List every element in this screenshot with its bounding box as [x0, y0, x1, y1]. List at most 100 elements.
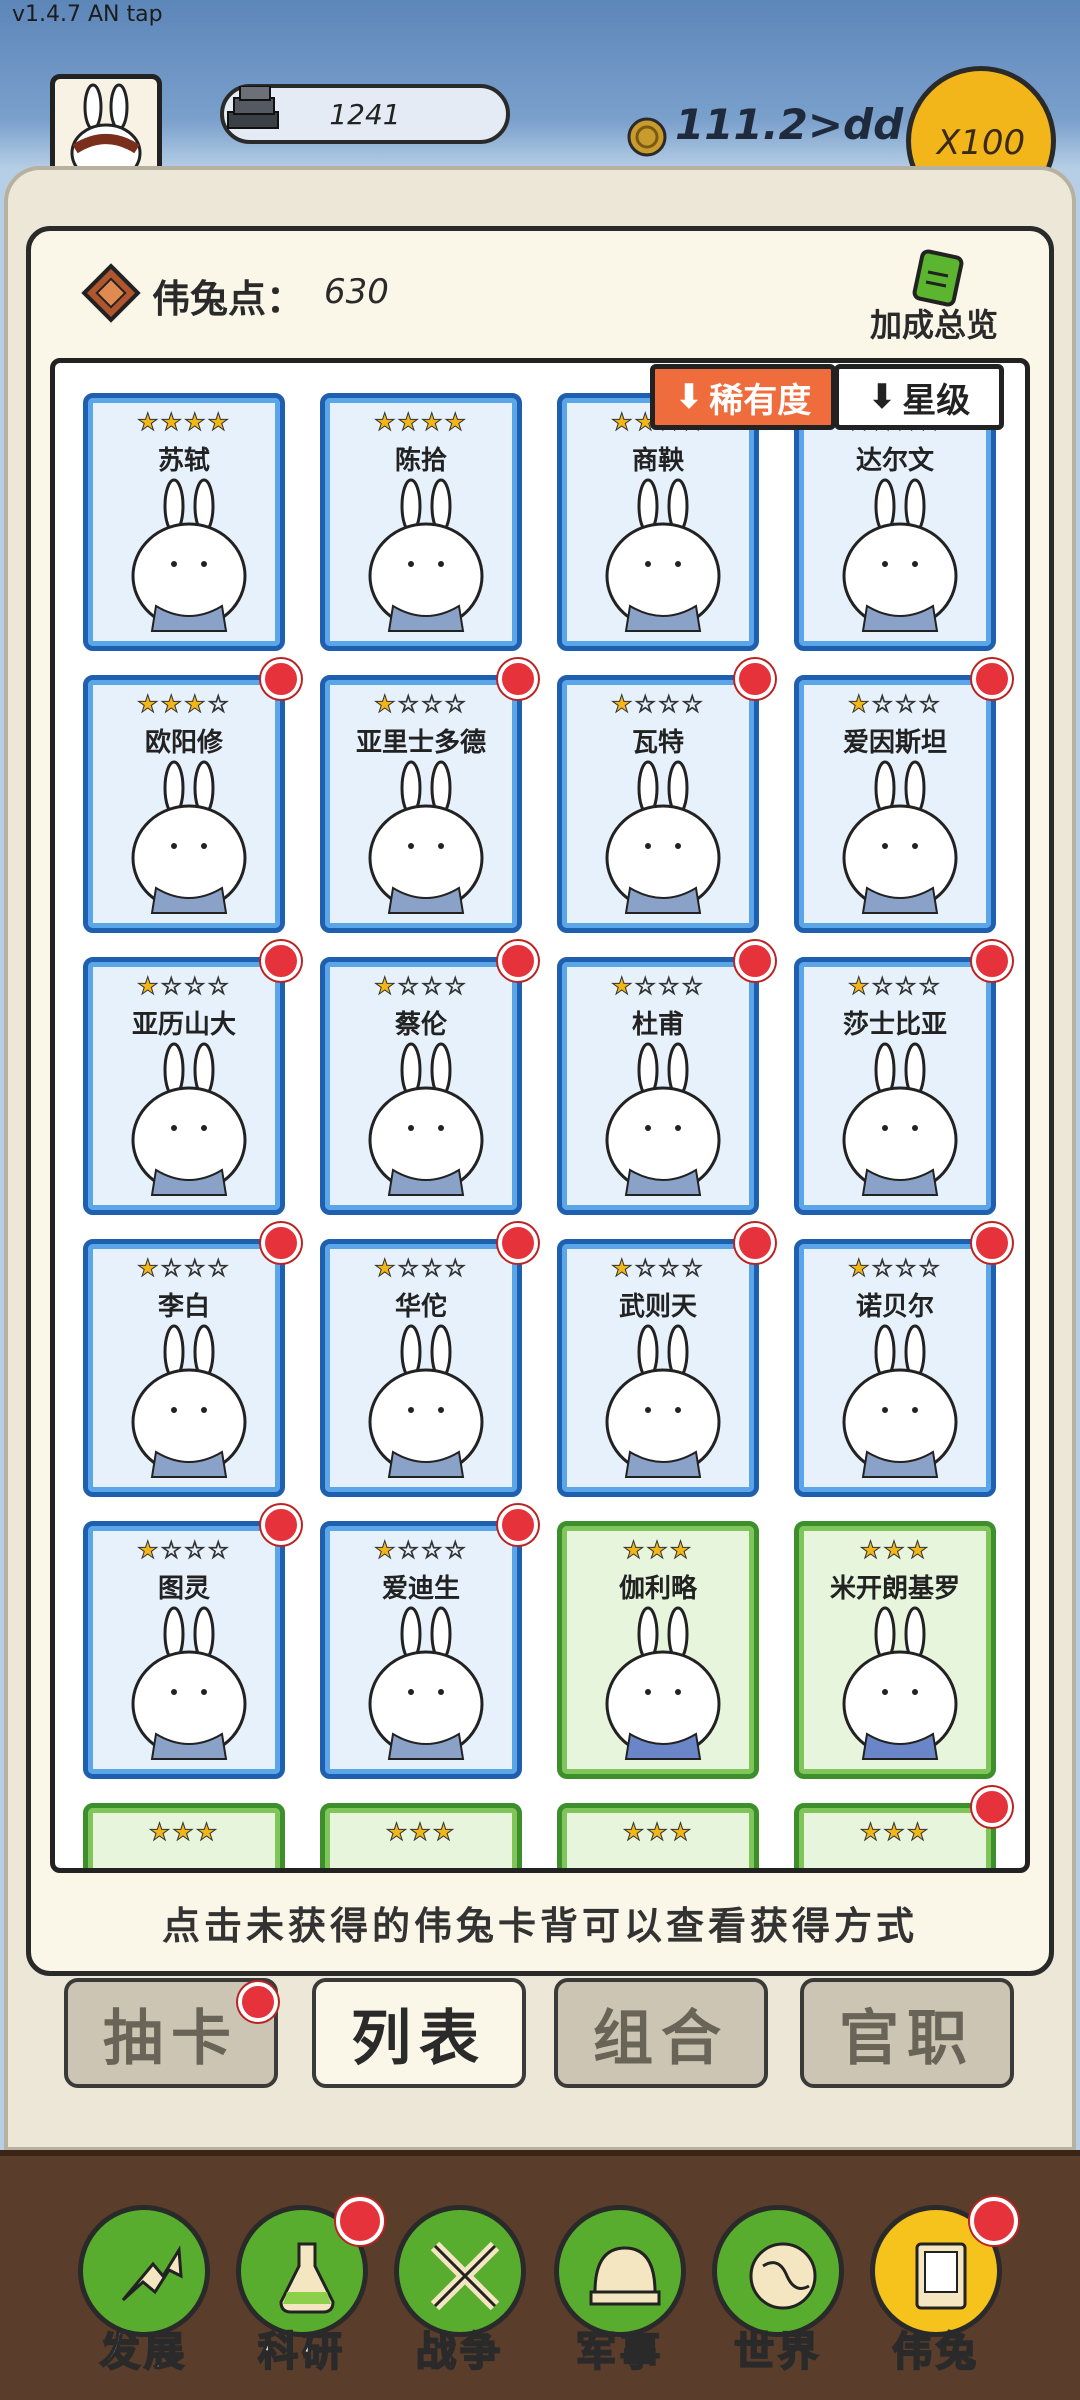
hero-card[interactable]: ★☆☆☆ 瓦特 — [557, 675, 759, 933]
hero-card[interactable]: ★★★☆ 欧阳修 — [83, 675, 285, 933]
new-badge-dot — [261, 1505, 301, 1545]
tab-3[interactable]: 官职 — [800, 1978, 1014, 2088]
bonus-overview-label[interactable]: 加成总览 — [870, 300, 998, 346]
nav-item-5[interactable]: 伟兔 — [866, 2197, 1018, 2395]
card-icon — [915, 2242, 967, 2310]
card-stars: ★☆☆☆ — [373, 690, 469, 719]
sort-rarity-button[interactable]: ⬇ 稀有度 — [650, 364, 836, 430]
new-badge-dot — [972, 659, 1012, 699]
hero-card[interactable]: ★★★ — [83, 1803, 285, 1868]
tab-label: 组合 — [593, 2003, 729, 2074]
hero-card[interactable]: ★☆☆☆ 诺贝尔 — [794, 1239, 996, 1497]
points-value: 630 — [324, 272, 389, 312]
rabbit-portrait-icon — [842, 760, 958, 914]
tab-label: 列表 — [351, 2003, 487, 2074]
card-stars: ★☆☆☆ — [610, 972, 706, 1001]
hero-card[interactable]: ★★★ 米开朗基罗 — [794, 1521, 996, 1779]
hero-card[interactable]: ★☆☆☆ 李白 — [83, 1239, 285, 1497]
card-name: 亚历山大 — [131, 1010, 236, 1040]
points-label: 伟兔点： — [152, 277, 305, 321]
gold-value: 111.2>dd — [675, 100, 904, 149]
hint-text: 点击未获得的伟兔卡背可以查看获得方式 — [161, 1904, 918, 1948]
hero-card[interactable]: ★★★★商鞅 — [557, 393, 759, 651]
hero-card[interactable]: ★☆☆☆ 华佗 — [320, 1239, 522, 1497]
hero-card[interactable]: ★☆☆☆ 杜甫 — [557, 957, 759, 1215]
rabbit-portrait-icon — [842, 1606, 958, 1760]
hero-card[interactable]: ★☆☆☆ 蔡伦 — [320, 957, 522, 1215]
rabbit-portrait-icon — [605, 1606, 721, 1760]
card-stars: ★★★ — [622, 1536, 694, 1565]
tab-label: 官职 — [839, 2003, 975, 2074]
nav-item-0[interactable]: 发展 — [74, 2205, 214, 2395]
nav-item-4[interactable]: 世界 — [708, 2205, 848, 2395]
nav-item-3[interactable]: 军事 — [550, 2205, 690, 2395]
hero-card[interactable]: ★☆☆☆ 爱因斯坦 — [794, 675, 996, 933]
card-stars: ★☆☆☆ — [373, 1536, 469, 1565]
hero-card[interactable]: ★☆☆☆ 图灵 — [83, 1521, 285, 1779]
new-badge-dot — [972, 1787, 1012, 1827]
rabbit-portrait-icon — [368, 478, 484, 632]
version-label: v1.4.7 AN tap — [12, 2, 163, 27]
nav-label: 科研 — [257, 2328, 346, 2376]
rabbit-portrait-icon — [368, 1042, 484, 1196]
new-badge-dot — [972, 941, 1012, 981]
card-name: 莎士比亚 — [842, 1010, 947, 1040]
hero-card[interactable]: ★★★ — [794, 1803, 996, 1868]
card-stars: ★★★★ — [136, 408, 232, 437]
globe-icon — [749, 2242, 817, 2310]
hero-card[interactable]: ★★★ — [557, 1803, 759, 1868]
card-name: 陈拾 — [394, 446, 447, 476]
hero-card[interactable]: ★☆☆☆ 亚里士多德 — [320, 675, 522, 933]
arrow-down-icon: ⬇ — [867, 377, 897, 417]
card-stars: ★☆☆☆ — [847, 1254, 943, 1283]
rabbit-portrait-icon — [131, 760, 247, 914]
card-name: 武则天 — [618, 1292, 697, 1322]
new-badge-dot — [972, 1223, 1012, 1263]
rabbit-portrait-icon — [131, 1606, 247, 1760]
hero-card[interactable]: ★☆☆☆ 武则天 — [557, 1239, 759, 1497]
crossed-swords-icon — [430, 2241, 500, 2311]
card-stars: ★☆☆☆ — [136, 972, 232, 1001]
card-name: 蔡伦 — [394, 1010, 447, 1040]
nav-label: 军事 — [575, 2328, 664, 2376]
rabbit-points-icon — [80, 262, 142, 324]
new-badge-dot — [735, 659, 775, 699]
card-name: 亚里士多德 — [355, 728, 486, 758]
hero-card[interactable]: ★★★ — [320, 1803, 522, 1868]
hero-card[interactable]: ★☆☆☆ 莎士比亚 — [794, 957, 996, 1215]
nav-item-2[interactable]: 战争 — [390, 2205, 530, 2395]
hero-card[interactable]: ★★★ 伽利略 — [557, 1521, 759, 1779]
hero-card[interactable]: ★★★★达尔文 — [794, 393, 996, 651]
new-badge-dot — [261, 659, 301, 699]
hero-card[interactable]: ★★★★ 苏轼 — [83, 393, 285, 651]
card-name: 达尔文 — [855, 446, 934, 476]
sort-star-button[interactable]: ⬇ 星级 — [834, 364, 1004, 430]
gold-coin-icon — [626, 116, 668, 158]
nav-icon-circle — [394, 2205, 526, 2337]
card-stars: ★★★ — [385, 1818, 457, 1847]
rabbit-portrait-icon — [131, 1324, 247, 1478]
tab-1[interactable]: 列表 — [312, 1978, 526, 2088]
rabbit-portrait-icon — [842, 1324, 958, 1478]
nav-icon-circle — [712, 2205, 844, 2337]
hero-card[interactable]: ★☆☆☆ 亚历山大 — [83, 957, 285, 1215]
card-stars: ★★★ — [859, 1818, 931, 1847]
rabbit-portrait-icon — [131, 1042, 247, 1196]
card-name: 爱迪生 — [381, 1574, 460, 1604]
hero-card[interactable]: ★☆☆☆ 爱迪生 — [320, 1521, 522, 1779]
rabbit-portrait-icon — [605, 1324, 721, 1478]
new-badge-dot — [261, 1223, 301, 1263]
nav-item-1[interactable]: 科研 — [232, 2197, 384, 2395]
rabbit-portrait-icon — [842, 478, 958, 632]
tab-2[interactable]: 组合 — [554, 1978, 768, 2088]
card-name: 图灵 — [157, 1574, 210, 1604]
card-stars: ★☆☆☆ — [847, 972, 943, 1001]
card-name: 爱因斯坦 — [842, 728, 947, 758]
sort-rarity-label: 稀有度 — [709, 380, 812, 421]
bonus-overview-icon[interactable] — [908, 248, 968, 308]
hero-card[interactable]: ★★★★ 陈拾 — [320, 393, 522, 651]
card-grid: ★★★★ 苏轼 ★★★★ 陈拾 ★★★★商鞅★★★★达尔文 ★★★☆ 欧阳修 ★☆☆☆ 亚里士多… — [50, 358, 1030, 1873]
helmet-icon — [589, 2246, 661, 2306]
sort-star-label: 星级 — [902, 380, 971, 421]
card-stars: ★☆☆☆ — [847, 690, 943, 719]
